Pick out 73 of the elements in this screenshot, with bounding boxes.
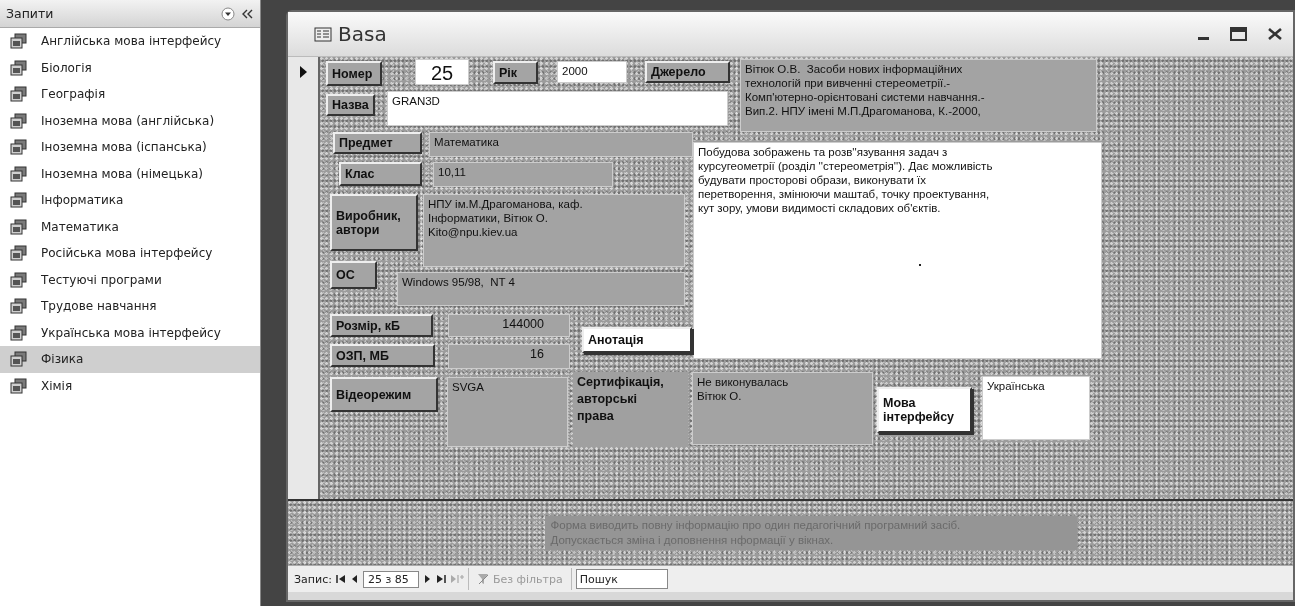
text-field[interactable]: 25 [415, 59, 469, 85]
field-label: ОЗП, МБ [330, 344, 435, 367]
query-item[interactable]: Іноземна мова (іспанська) [0, 134, 260, 161]
text-field[interactable]: 10,11 [433, 162, 613, 187]
collapse-icon[interactable] [241, 7, 254, 20]
field-label: Виробник, автори [330, 194, 418, 251]
record-position-field[interactable]: 25 з 85 [362, 570, 419, 588]
query-item[interactable]: Хімія [0, 372, 260, 399]
record-selector[interactable] [288, 57, 320, 499]
query-item[interactable]: Біологія [0, 54, 260, 81]
text-field[interactable]: 2000 [557, 61, 627, 83]
field-label: ОС [330, 261, 377, 289]
maximize-icon[interactable] [1230, 27, 1247, 41]
number-field[interactable]: 16 [448, 344, 570, 369]
query-icon [10, 351, 27, 368]
window-title: Basa [338, 22, 388, 46]
query-item[interactable]: Українська мова інтерфейсу [0, 319, 260, 346]
query-item[interactable]: Фізика [0, 346, 260, 373]
query-item[interactable]: Іноземна мова (англійська) [0, 107, 260, 134]
field-label: Відеорежим [330, 377, 438, 412]
search-field[interactable]: Пошук [575, 569, 668, 589]
text-field[interactable]: GRAN3D [387, 91, 728, 126]
text-field[interactable]: Побудова зображень та розв''язування задач з курсугеометрії (розділ ''стереометрія''). Дає можливість будувати просторові образи, виконувати їх перетворення, змінюючи маштаб, точку проектування, кут зору, умови видимості складових об'єктів. [693, 142, 1102, 359]
field-label: Предмет [333, 132, 422, 154]
field-label: Клас [339, 162, 422, 186]
dropdown-icon[interactable] [221, 6, 235, 21]
query-item[interactable]: Географія [0, 81, 260, 108]
text-field[interactable]: Математика [429, 132, 693, 157]
query-icon [10, 165, 27, 182]
first-record-icon[interactable] [335, 574, 346, 584]
query-icon [10, 59, 27, 76]
query-icon [10, 86, 27, 103]
dot-mark [919, 264, 921, 266]
last-record-icon[interactable] [435, 574, 446, 584]
pane-title: Запити [6, 6, 55, 21]
query-icon [10, 377, 27, 394]
query-icon [10, 112, 27, 129]
text-field[interactable]: Не виконувалась Вітюк О. [692, 372, 873, 445]
query-item[interactable]: Інформатика [0, 187, 260, 214]
form-icon [314, 26, 332, 42]
field-label: Назва [326, 94, 375, 116]
query-icon [10, 139, 27, 156]
field-label: Мова інтерфейсу [877, 387, 972, 433]
text-field[interactable]: Українська [982, 376, 1090, 440]
query-icon [10, 298, 27, 315]
field-label: Сертифікація, авторські права [573, 372, 688, 447]
field-label: Джерело [645, 61, 730, 83]
number-field[interactable]: 144000 [448, 314, 570, 337]
query-item[interactable]: Іноземна мова (німецька) [0, 160, 260, 187]
field-label: Рік [493, 61, 538, 84]
query-item[interactable]: Математика [0, 213, 260, 240]
query-icon [10, 218, 27, 235]
filter-icon [476, 573, 489, 585]
text-field[interactable]: НПУ ім.М.Драгоманова, каф. Інформатики, Вітюк О. Kito@npu.kiev.ua [423, 194, 685, 267]
query-icon [10, 271, 27, 288]
field-label: Анотація [582, 327, 692, 353]
query-icon [10, 33, 27, 50]
query-item[interactable]: Російська мова інтерфейсу [0, 240, 260, 267]
text-field[interactable]: SVGA [447, 377, 568, 447]
query-item[interactable]: Тестуючі програми [0, 266, 260, 293]
query-item[interactable]: Трудове навчання [0, 293, 260, 320]
record-label: Запис: [294, 572, 332, 586]
query-icon [10, 245, 27, 262]
field-label: Номер [326, 61, 382, 86]
text-field[interactable]: Windows 95/98, NT 4 [397, 272, 685, 306]
current-record-icon [298, 65, 308, 79]
field-label: Розмір, кБ [330, 314, 433, 337]
text-field[interactable]: Вітюк О.В. Засоби нових інформаційних технологій при вивченні стереометрії.- Комп'ютерно-орієнтовані системи навчання.- Вип.2. НПУ імені М.П.Драгоманова, К.-2000, [740, 59, 1097, 132]
close-icon[interactable] [1267, 27, 1283, 41]
query-icon [10, 324, 27, 341]
query-item[interactable]: Англійська мова інтерфейсу [0, 28, 260, 55]
next-record-icon[interactable] [422, 574, 432, 584]
query-icon [10, 192, 27, 209]
